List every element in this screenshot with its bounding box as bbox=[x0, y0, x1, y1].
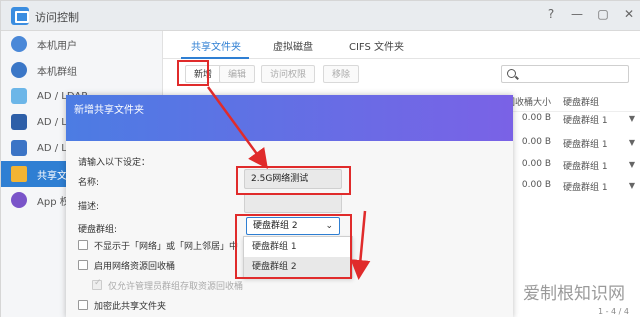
remove-button[interactable]: 移除 bbox=[323, 65, 360, 83]
encrypt-folder-checkbox[interactable] bbox=[78, 300, 88, 310]
tab-cifs-folders[interactable]: CIFS 文件夹 bbox=[349, 38, 404, 53]
chevron-down-icon[interactable]: ▼ bbox=[629, 181, 635, 190]
edit-button[interactable]: 编辑 bbox=[219, 65, 256, 83]
access-control-app-icon bbox=[11, 7, 29, 25]
window-controls: ? — ▢ ✕ bbox=[545, 6, 635, 22]
row-recycle-size: 0.00 B bbox=[521, 137, 551, 147]
volume-label: 硬盘群组: bbox=[78, 225, 118, 235]
encrypt-folder-label: 加密此共享文件夹 bbox=[94, 302, 167, 312]
minimize-button[interactable]: — bbox=[571, 6, 583, 22]
ldap-user-icon bbox=[11, 114, 27, 130]
user-icon bbox=[11, 36, 27, 52]
tab-virtual-disks[interactable]: 虚拟磁盘 bbox=[273, 38, 313, 53]
tab-shared-folders[interactable]: 共享文件夹 bbox=[191, 38, 241, 53]
row-volume: 硬盘群组 1 bbox=[563, 183, 608, 193]
help-button[interactable]: ? bbox=[545, 6, 557, 22]
description-label: 描述: bbox=[78, 202, 100, 212]
access-control-window: 访问控制 ? — ▢ ✕ 本机用户 本机群组 AD / LDAP AD / LD… bbox=[0, 0, 640, 317]
sidebar-item-label: 本机用户 bbox=[37, 40, 77, 52]
row-volume: 硬盘群组 1 bbox=[563, 140, 608, 150]
close-button[interactable]: ✕ bbox=[623, 6, 635, 22]
sidebar-item-label: 本机群组 bbox=[37, 66, 77, 78]
ldap-group-icon bbox=[11, 140, 27, 156]
app-permission-icon bbox=[11, 192, 27, 208]
shared-folder-icon bbox=[11, 166, 27, 182]
chevron-down-icon[interactable]: ▼ bbox=[629, 160, 635, 169]
maximize-button[interactable]: ▢ bbox=[597, 6, 609, 22]
hide-in-network-label: 不显示于「网络」或「网上邻居」中 bbox=[94, 242, 239, 252]
row-recycle-size: 0.00 B bbox=[521, 159, 551, 169]
row-volume: 硬盘群组 1 bbox=[563, 162, 608, 172]
enable-recycle-bin-checkbox[interactable] bbox=[78, 260, 88, 270]
enable-recycle-bin-label: 启用网络资源回收桶 bbox=[94, 262, 176, 272]
sidebar-item-local-groups[interactable]: 本机群组 bbox=[1, 57, 162, 83]
settings-prompt: 请输入以下设定： bbox=[78, 158, 151, 168]
access-permission-button[interactable]: 访问权限 bbox=[261, 65, 316, 83]
new-shared-folder-dialog: 新增共享文件夹 请输入以下设定： 名称: 2.5G网络测试 描述: 硬盘群组: … bbox=[66, 95, 513, 317]
annotation-name-highlight bbox=[236, 166, 351, 195]
window-title: 访问控制 bbox=[35, 11, 79, 24]
group-icon bbox=[11, 62, 27, 78]
hide-in-network-checkbox[interactable] bbox=[78, 240, 88, 250]
column-header-volume[interactable]: 硬盘群组 bbox=[563, 95, 621, 111]
admin-only-recycle-label: 仅允许管理员群组存取资源回收桶 bbox=[108, 282, 244, 292]
annotation-new-button-highlight bbox=[177, 60, 209, 86]
dialog-title: 新增共享文件夹 bbox=[74, 105, 144, 116]
checkmark-icon: ✓ bbox=[94, 278, 102, 288]
chevron-down-icon[interactable]: ▼ bbox=[629, 138, 635, 147]
toolbar: 新增 编辑 访问权限 移除 bbox=[163, 59, 640, 89]
chevron-down-icon[interactable]: ▼ bbox=[629, 114, 635, 123]
row-volume: 硬盘群组 1 bbox=[563, 116, 608, 126]
watermark: 爱制根知识网 bbox=[523, 284, 625, 304]
annotation-volume-highlight bbox=[235, 214, 352, 279]
name-label: 名称: bbox=[78, 178, 100, 188]
search-icon bbox=[507, 69, 516, 78]
sidebar-item-local-users[interactable]: 本机用户 bbox=[1, 31, 162, 57]
admin-only-recycle-checkbox[interactable]: ✓ bbox=[92, 278, 102, 290]
row-recycle-size: 0.00 B bbox=[521, 180, 551, 190]
description-input[interactable] bbox=[244, 193, 342, 213]
ldap-key-icon bbox=[11, 88, 27, 104]
search-input[interactable] bbox=[501, 65, 629, 83]
dialog-header: 新增共享文件夹 bbox=[66, 95, 513, 141]
tab-bar: 共享文件夹 虚拟磁盘 CIFS 文件夹 bbox=[163, 31, 640, 59]
row-recycle-size: 0.00 B bbox=[521, 113, 551, 123]
pagination-info: 1 - 4 / 4 bbox=[597, 307, 629, 316]
title-bar: 访问控制 ? — ▢ ✕ bbox=[1, 1, 640, 31]
